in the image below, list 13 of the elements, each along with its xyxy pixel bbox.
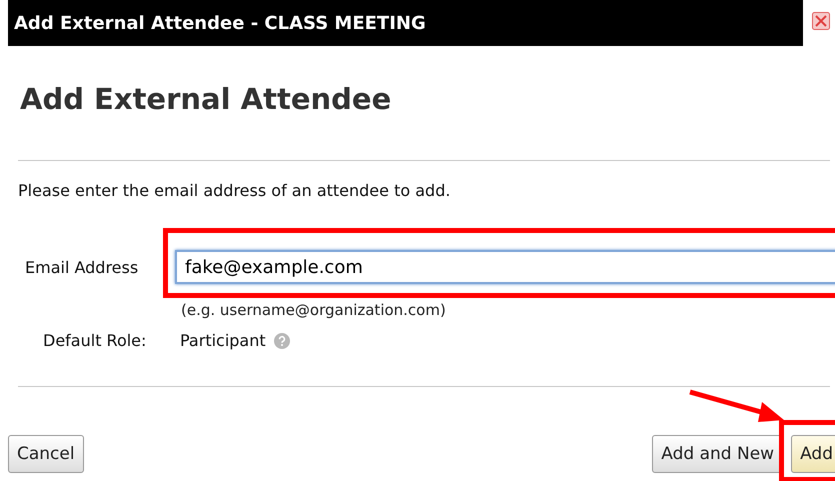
email-field[interactable]: fake@example.com: [175, 250, 835, 284]
dialog-heading: Add External Attendee: [20, 82, 392, 118]
instruction-text: Please enter the email address of an attendee to add.: [18, 181, 452, 200]
role-value: Participant: [180, 331, 266, 350]
dialog-button[interactable]: Add: [791, 435, 835, 473]
field-label: Default Role:: [42, 331, 148, 350]
window-title: Add External Attendee - CLASS MEETING: [13, 12, 426, 34]
field-label: Email Address: [24, 258, 140, 276]
help-icon[interactable]: [274, 332, 290, 348]
field-hint: (e.g. username@organization.com): [181, 301, 446, 319]
close-icon[interactable]: [812, 12, 830, 30]
highlight-frame: [779, 420, 835, 481]
dialog-button[interactable]: Cancel: [8, 435, 84, 473]
